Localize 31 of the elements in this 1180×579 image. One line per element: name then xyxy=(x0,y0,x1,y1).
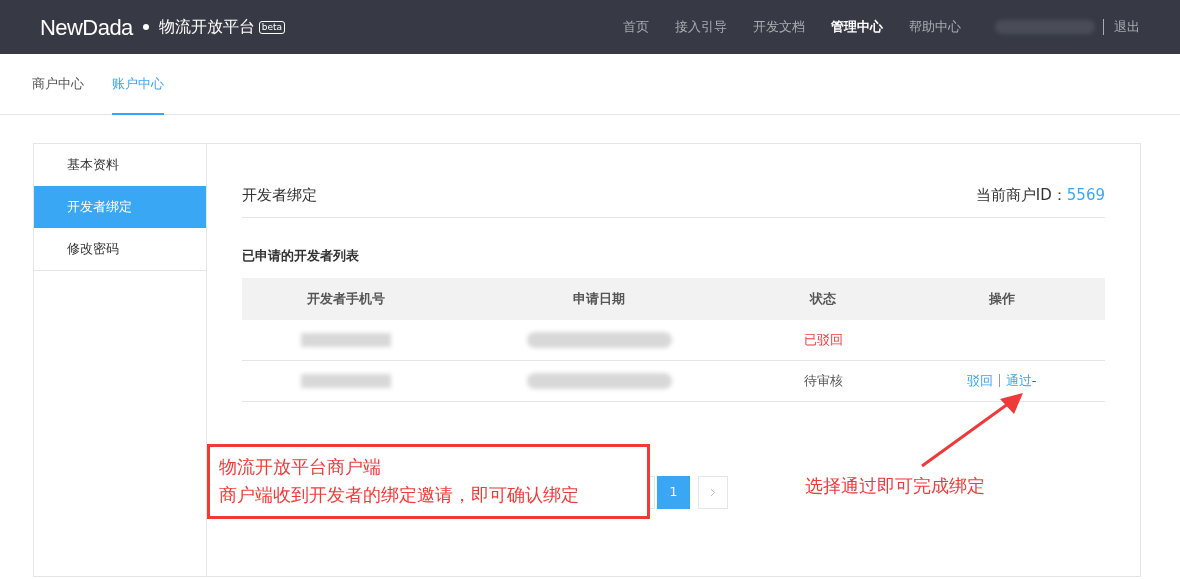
merchant-id-label: 当前商户ID： xyxy=(975,185,1067,207)
action-link[interactable]: 驳回 xyxy=(966,370,993,391)
status-text: 待审核 xyxy=(803,371,843,390)
section-title: 开发者绑定 xyxy=(242,185,317,207)
sidebar-item[interactable]: 修改密码 xyxy=(34,228,206,270)
logout-link[interactable]: 退出 xyxy=(1114,17,1140,37)
chevron-right-icon xyxy=(710,487,716,497)
nav-link[interactable]: 首页 xyxy=(623,17,649,37)
next-page-button[interactable] xyxy=(698,475,728,509)
status-text: 已驳回 xyxy=(803,330,843,349)
trailing-dash: - xyxy=(1031,371,1037,390)
list-title: 已申请的开发者列表 xyxy=(242,247,360,265)
column-header: 操作 xyxy=(987,289,1016,308)
column-header: 状态 xyxy=(808,289,837,308)
column-header: 开发者手机号 xyxy=(306,289,386,308)
merchant-id: 5569 xyxy=(1066,185,1105,207)
nav-link[interactable]: 开发文档 xyxy=(753,17,805,37)
tab[interactable]: 商户中心 xyxy=(32,54,84,115)
nav-link[interactable]: 帮助中心 xyxy=(909,17,961,37)
nav-link[interactable]: 接入引导 xyxy=(675,17,727,37)
tab[interactable]: 账户中心 xyxy=(112,54,164,115)
sidebar-item[interactable]: 基本资料 xyxy=(34,144,206,186)
platform-title: 物流开放平台 xyxy=(158,16,255,38)
action-link[interactable]: 通过 xyxy=(1005,370,1032,391)
column-header: 申请日期 xyxy=(572,289,626,308)
annotation-text: 商户端收到开发者的绑定邀请，即可确认绑定 xyxy=(219,483,580,507)
beta-badge: beta xyxy=(258,20,286,34)
logo: NewDada xyxy=(40,13,133,42)
annotation-note: 选择通过即可完成绑定 xyxy=(805,474,985,498)
nav-link[interactable]: 管理中心 xyxy=(831,17,883,37)
annotation-text: 物流开放平台商户端 xyxy=(219,455,382,479)
